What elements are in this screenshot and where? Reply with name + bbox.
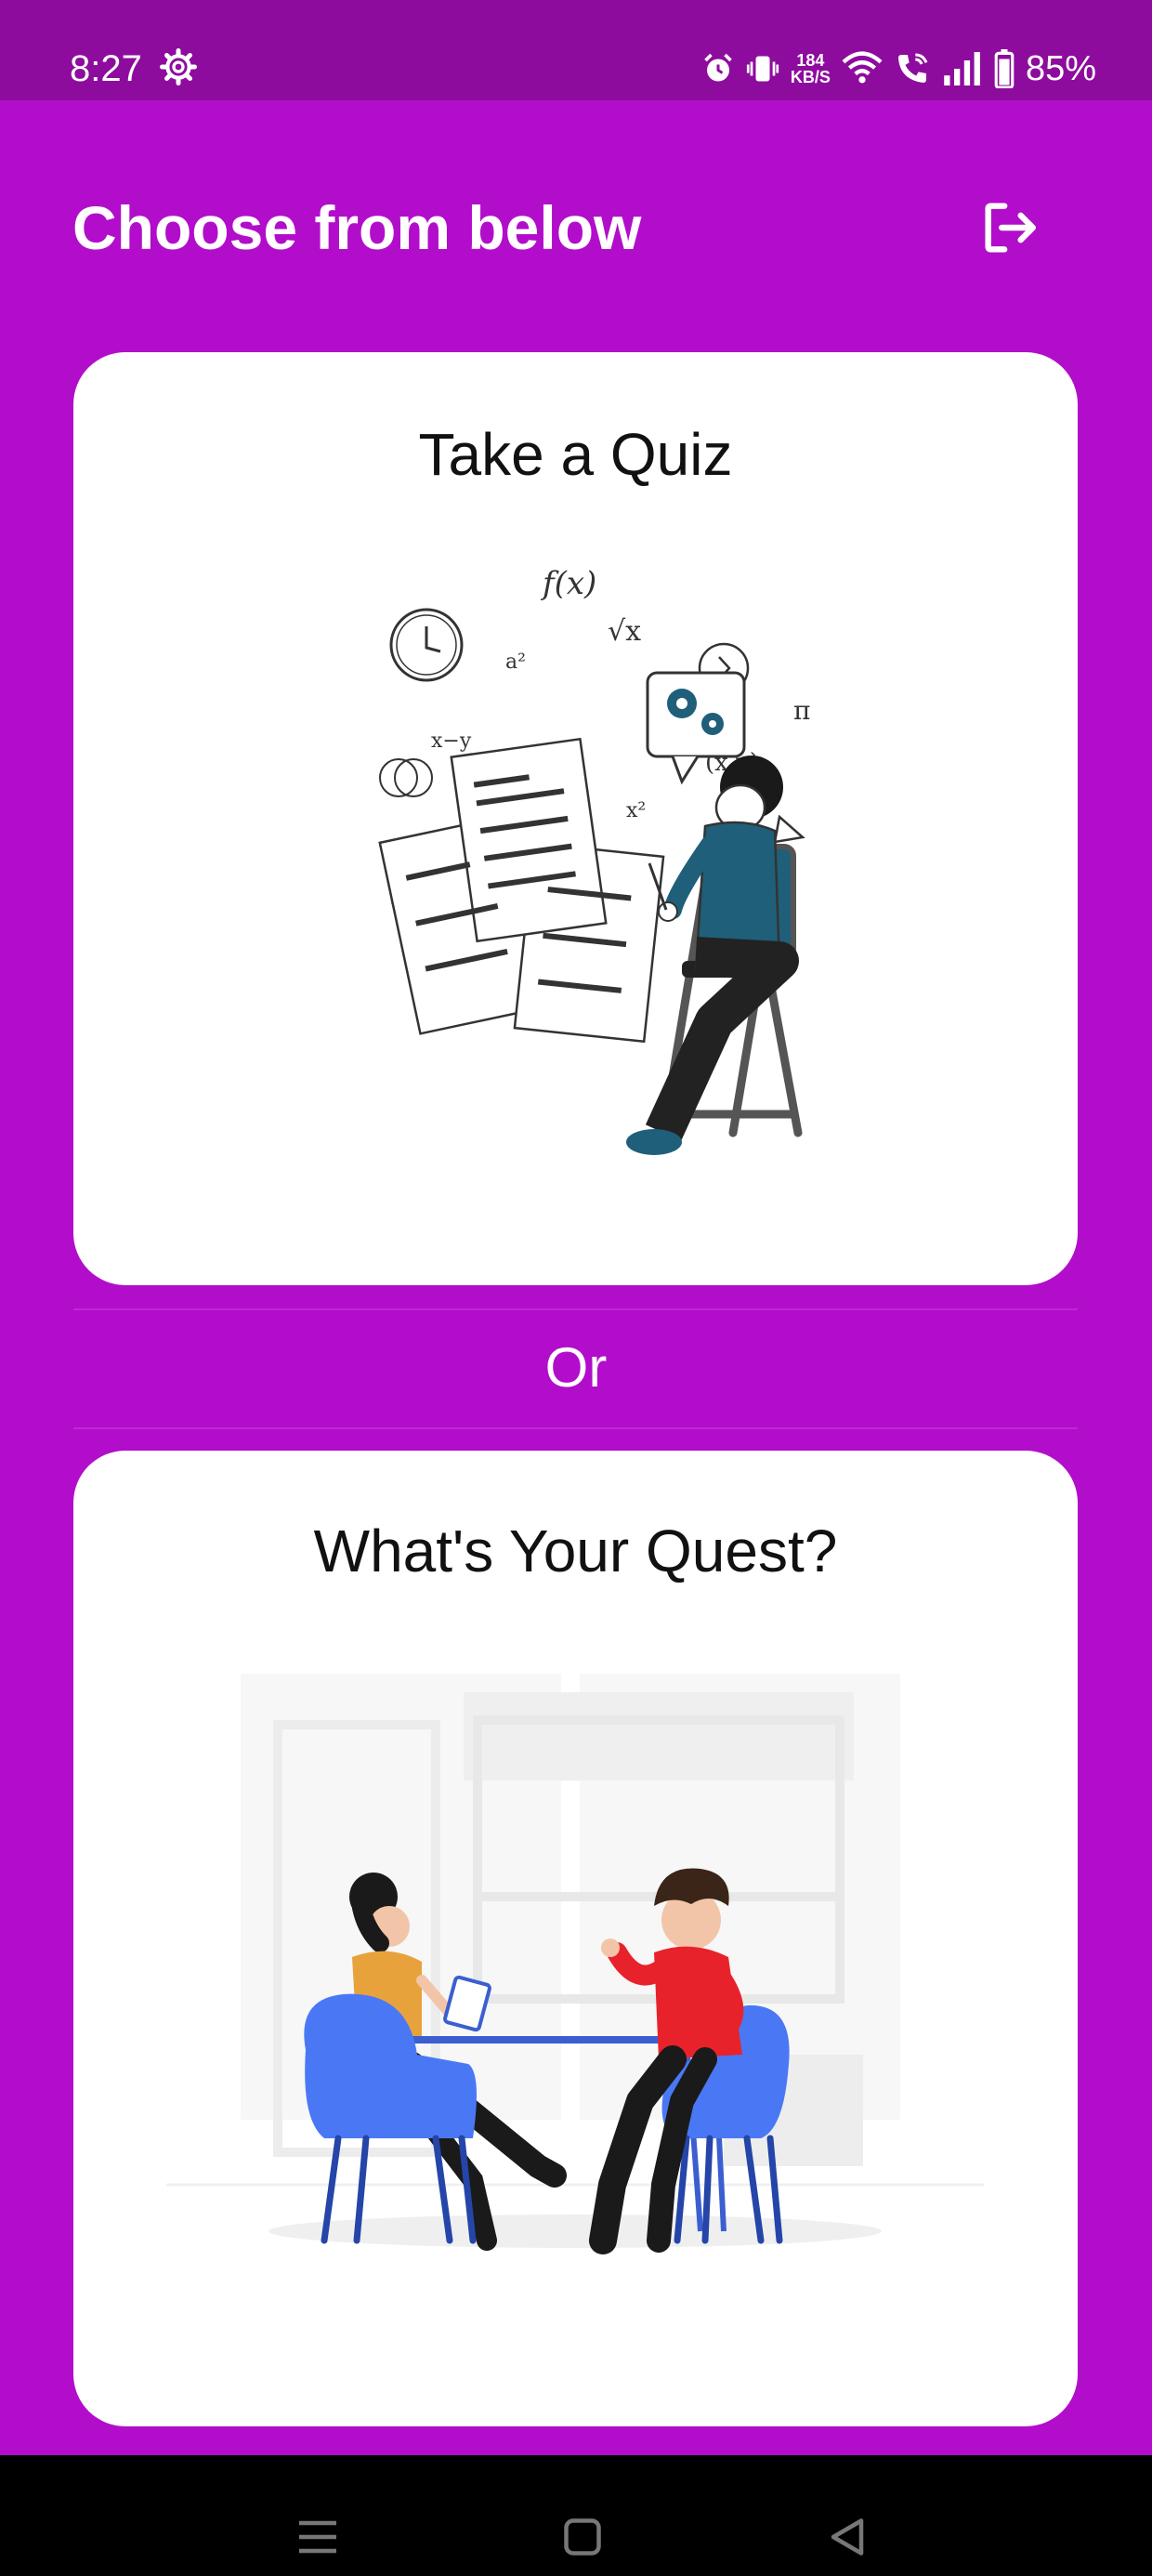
quiz-illustration: f(x) a² √x π x−y (x,y) x² (a,b) — [378, 565, 810, 1155]
signal-icon — [944, 52, 980, 85]
battery-percent: 85% — [1025, 49, 1096, 88]
back-icon — [831, 2518, 864, 2556]
svg-text:a²: a² — [505, 651, 526, 674]
vibrate-icon — [746, 56, 779, 82]
svg-text:x²: x² — [626, 799, 646, 822]
status-icons: 184 KB/S 85% — [701, 45, 1096, 93]
network-speed-unit: KB/S — [790, 68, 831, 86]
home-icon — [564, 2518, 601, 2556]
divider-bottom — [73, 1427, 1078, 1429]
status-bar: 8:27 184 KB/S 85% — [0, 0, 1152, 100]
alarm-icon — [704, 53, 732, 82]
wifi-icon — [842, 51, 883, 84]
whats-your-quest-card[interactable]: What's Your Quest? — [73, 1451, 1078, 2426]
svg-text:x−y: x−y — [431, 729, 472, 753]
svg-text:π: π — [793, 695, 810, 726]
divider-top — [73, 1308, 1078, 1310]
take-quiz-title: Take a Quiz — [418, 421, 733, 488]
or-separator: Or — [544, 1336, 608, 1399]
take-quiz-card[interactable]: Take a Quiz f(x) a² √x π x−y (x,y) x² (a… — [73, 352, 1078, 1285]
page-title: Choose from below — [72, 193, 642, 262]
svg-text:f(x): f(x) — [540, 565, 596, 602]
settings-icon — [160, 48, 197, 85]
recents-button[interactable] — [290, 2509, 346, 2565]
whats-your-quest-title: What's Your Quest? — [313, 1518, 838, 1584]
recents-icon — [299, 2520, 336, 2554]
battery-icon — [994, 49, 1015, 88]
svg-text:√x: √x — [608, 615, 641, 648]
status-time: 8:27 — [70, 48, 142, 89]
network-speed: 184 KB/S — [791, 52, 831, 85]
back-button[interactable] — [819, 2509, 875, 2565]
network-speed-value: 184 — [796, 51, 825, 70]
logout-icon — [985, 203, 1036, 253]
wifi-calling-icon — [897, 53, 928, 83]
logout-button[interactable] — [977, 195, 1042, 260]
home-button[interactable] — [555, 2509, 610, 2565]
consultation-illustration — [166, 1674, 984, 2254]
